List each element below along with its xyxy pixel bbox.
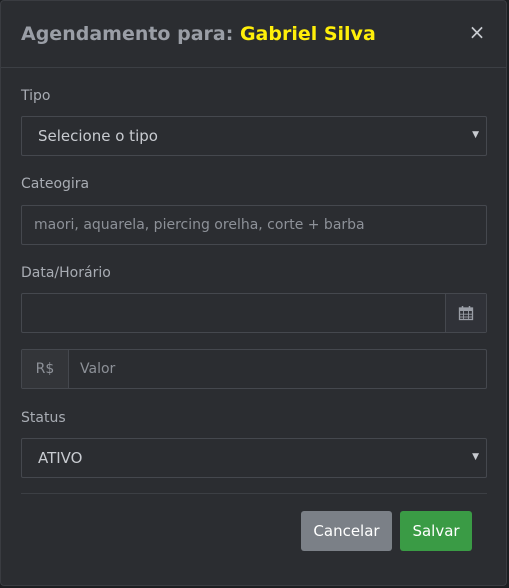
caret-down-icon: ▼ <box>472 130 479 140</box>
schedule-modal: Agendamento para: Gabriel Silva × Tipo S… <box>0 0 507 586</box>
cancel-button[interactable]: Cancelar <box>301 511 392 551</box>
currency-prefix: R$ <box>22 350 69 388</box>
data-horario-label: Data/Horário <box>21 265 111 281</box>
tipo-select[interactable]: Selecione o tipo ▼ <box>21 116 487 156</box>
status-selected-value: ATIVO <box>38 449 83 467</box>
modal-title-prefix: Agendamento para: <box>21 23 234 45</box>
close-icon[interactable]: × <box>466 21 488 43</box>
valor-field-wrapper: R$ <box>21 349 487 389</box>
status-label: Status <box>21 410 66 426</box>
tipo-label: Tipo <box>21 88 51 104</box>
modal-title: Agendamento para: Gabriel Silva <box>21 23 376 45</box>
footer-divider <box>21 493 487 494</box>
calendar-button[interactable] <box>445 294 486 332</box>
save-button[interactable]: Salvar <box>400 511 472 551</box>
modal-header: Agendamento para: Gabriel Silva × <box>1 1 506 68</box>
data-horario-input[interactable] <box>34 294 438 332</box>
data-horario-field-wrapper <box>21 293 487 333</box>
categoria-input[interactable] <box>34 206 478 244</box>
categoria-field-wrapper <box>21 205 487 245</box>
valor-input[interactable] <box>80 350 478 388</box>
tipo-selected-value: Selecione o tipo <box>38 127 158 145</box>
categoria-label: Cateogira <box>21 176 90 192</box>
caret-down-icon: ▼ <box>472 452 479 462</box>
client-name: Gabriel Silva <box>239 23 376 45</box>
status-select[interactable]: ATIVO ▼ <box>21 438 487 478</box>
calendar-icon <box>458 306 474 321</box>
